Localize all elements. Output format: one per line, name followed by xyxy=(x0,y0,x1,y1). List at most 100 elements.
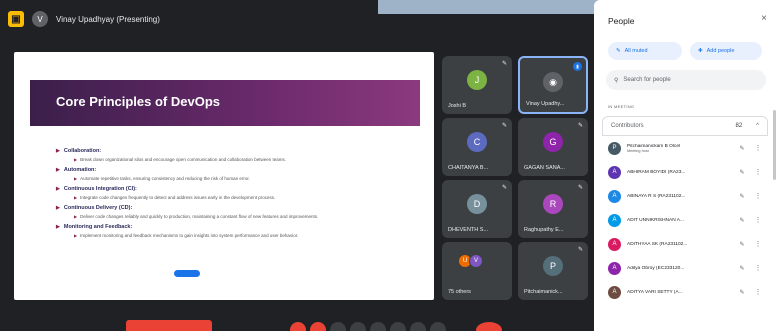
participant-avatar: R xyxy=(543,194,563,214)
avatar: P xyxy=(608,141,621,155)
activate-windows-watermark: Activate Windows xyxy=(640,316,704,325)
add-people-button[interactable]: ✚ Add people xyxy=(690,42,762,60)
avatar: A xyxy=(608,165,621,179)
people-panel: People × ✎ All muted ✚ Add people ⚲ Sear… xyxy=(594,0,779,331)
others-count: 75 others xyxy=(448,289,471,295)
mic-off-icon: ✎ xyxy=(501,185,507,191)
mic-off-icon[interactable]: ✎ xyxy=(736,193,748,200)
all-muted-button[interactable]: ✎ All muted xyxy=(608,42,682,60)
mic-off-icon: ✎ xyxy=(577,247,583,253)
list-item[interactable]: P Pitchaimanickam B Olcel Meeting host ✎ … xyxy=(602,136,768,160)
person-role: Meeting host xyxy=(627,148,649,153)
participant-tile[interactable]: ✎ P Pitchaimanick... xyxy=(518,242,588,300)
more-options-icon[interactable]: ⋮ xyxy=(754,264,762,272)
present-now-button[interactable] xyxy=(126,320,212,331)
participant-name: Joshi B xyxy=(448,103,467,109)
scrollbar[interactable] xyxy=(773,110,776,180)
panel-title: People xyxy=(608,16,635,26)
avatar: A xyxy=(608,237,621,251)
avatar: A xyxy=(608,189,621,203)
search-icon: ⚲ xyxy=(614,77,619,84)
participant-avatar: C xyxy=(467,132,487,152)
more-options-icon[interactable]: ⋮ xyxy=(754,144,762,152)
mic-off-icon[interactable] xyxy=(290,322,306,331)
participant-tile[interactable]: ✎ D DHEVENTH S... xyxy=(442,180,512,238)
more-options-icon[interactable]: ⋮ xyxy=(754,288,762,296)
list-item[interactable]: A ABINAYA R S (RA231102... ✎ ⋮ xyxy=(602,184,768,208)
participant-name: CHAITANYA B... xyxy=(448,165,489,171)
participant-tile[interactable]: ✎ J Joshi B xyxy=(442,56,512,114)
more-options-icon[interactable]: ⋮ xyxy=(754,168,762,176)
more-options-icon[interactable]: ⋮ xyxy=(754,216,762,224)
raise-hand-icon[interactable] xyxy=(350,322,366,331)
participant-name: Pitchaimanick... xyxy=(524,289,563,295)
mic-off-icon[interactable]: ✎ xyxy=(736,145,748,152)
mic-off-icon[interactable]: ✎ xyxy=(736,169,748,176)
participant-name: DHEVENTH S... xyxy=(448,227,489,233)
participant-name: GAGAN SANA... xyxy=(524,165,565,171)
add-person-icon: ✚ xyxy=(698,48,703,54)
others-avatars: U V xyxy=(458,254,483,268)
mic-off-icon[interactable]: ✎ xyxy=(736,241,748,248)
slide-item: Continuous Integration (CI): Integrate c… xyxy=(56,186,416,200)
avatar: A xyxy=(608,285,621,299)
slide-item-head: Automation: xyxy=(56,167,416,173)
participant-avatar: P xyxy=(543,256,563,276)
captions-icon[interactable] xyxy=(330,322,346,331)
participant-tile[interactable]: ✎ R Raghupathy E... xyxy=(518,180,588,238)
slide-item: Monitoring and Feedback: Implement monit… xyxy=(56,224,416,238)
mic-off-icon: ✎ xyxy=(577,123,583,129)
person-name: ABINAYA R S (RA231102... xyxy=(627,193,686,199)
contributors-header[interactable]: Contributors 82 ^ xyxy=(602,116,768,136)
participant-tile-active[interactable]: ▮ ◉ Vinay Upadhy... xyxy=(518,56,588,114)
avatar: V xyxy=(469,254,483,268)
slide-item-desc: Deliver code changes reliably and quickl… xyxy=(74,214,416,219)
person-name: ADITHYAA SK (RA231102... xyxy=(627,241,688,247)
others-tile[interactable]: U V 75 others xyxy=(442,242,512,300)
mic-off-icon[interactable]: ✎ xyxy=(736,217,748,224)
more-options-icon[interactable]: ⋮ xyxy=(754,240,762,248)
slide-item-desc: Break down organizational silos and enco… xyxy=(74,157,416,162)
slide-body: Collaboration: Break down organizational… xyxy=(56,148,416,243)
slide-item-head: Continuous Delivery (CD): xyxy=(56,205,416,211)
list-item[interactable]: A ADITYA VARI SETTY (A... ✎ ⋮ xyxy=(602,280,768,304)
slide-title: Core Principles of DevOps xyxy=(56,94,220,109)
present-screen-icon[interactable] xyxy=(370,322,386,331)
person-name: ADITYA VARI SETTY (A... xyxy=(627,289,683,295)
presenter-name: Vinay Upadhyay (Presenting) xyxy=(56,14,160,24)
mic-off-icon[interactable]: ✎ xyxy=(736,265,748,272)
list-item[interactable]: A Aditya Obroy (EC233120... ✎ ⋮ xyxy=(602,256,768,280)
more-options-icon[interactable] xyxy=(390,322,406,331)
leave-call-button[interactable] xyxy=(476,322,502,331)
camera-off-icon[interactable] xyxy=(310,322,326,331)
list-item[interactable]: A ABHIRAM BOYIDI (RA23... ✎ ⋮ xyxy=(602,160,768,184)
presenter-avatar: V xyxy=(32,11,48,27)
mic-off-icon[interactable]: ✎ xyxy=(736,289,748,296)
slide-item-desc: Implement monitoring and feedback mechan… xyxy=(74,233,416,238)
participant-name: Raghupathy E... xyxy=(524,227,564,233)
section-label: IN MEETING xyxy=(608,104,635,109)
close-icon[interactable]: × xyxy=(761,13,767,24)
mic-off-icon: ✎ xyxy=(501,123,507,129)
mic-off-icon: ✎ xyxy=(501,61,507,67)
list-item[interactable]: A ADIT UNNIKRISHNAN A... ✎ ⋮ xyxy=(602,208,768,232)
chevron-up-icon: ^ xyxy=(756,123,759,129)
participant-tile[interactable]: ✎ G GAGAN SANA... xyxy=(518,118,588,176)
participant-avatar: D xyxy=(467,194,487,214)
slide-item: Continuous Delivery (CD): Deliver code c… xyxy=(56,205,416,219)
person-name: ABHIRAM BOYIDI (RA23... xyxy=(627,169,686,175)
participant-tile[interactable]: ✎ C CHAITANYA B... xyxy=(442,118,512,176)
shared-slide: Core Principles of DevOps Collaboration:… xyxy=(14,52,434,300)
reactions-icon[interactable] xyxy=(430,322,446,331)
more-options-icon[interactable]: ⋮ xyxy=(754,192,762,200)
participant-avatar: ◉ xyxy=(543,72,563,92)
mic-off-icon: ✎ xyxy=(616,48,621,54)
settings-icon[interactable] xyxy=(410,322,426,331)
search-placeholder: Search for people xyxy=(623,77,671,83)
contributors-label: Contributors xyxy=(611,123,644,129)
present-icon[interactable]: ▣ xyxy=(8,11,24,27)
list-item[interactable]: A ADITHYAA SK (RA231102... ✎ ⋮ xyxy=(602,232,768,256)
search-input[interactable]: ⚲ Search for people xyxy=(606,70,766,90)
slide-header: Core Principles of DevOps xyxy=(30,80,420,126)
all-muted-label: All muted xyxy=(624,48,648,54)
